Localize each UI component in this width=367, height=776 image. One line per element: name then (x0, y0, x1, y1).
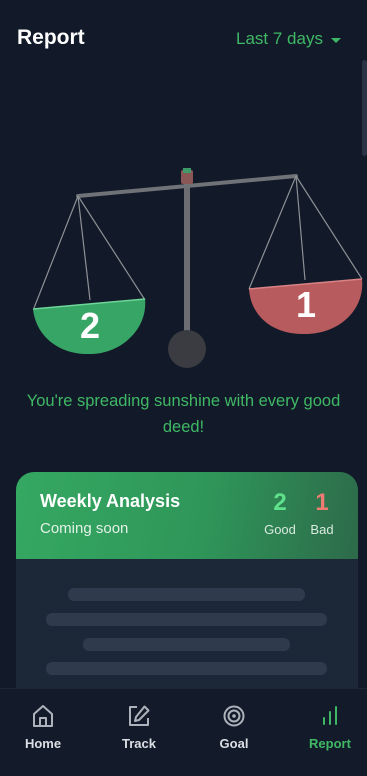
weekly-analysis-header: Weekly Analysis Coming soon 2 Good 1 Bad (16, 472, 358, 559)
loading-placeholder-line (46, 613, 327, 626)
home-icon (33, 705, 53, 727)
page-title: Report (17, 26, 85, 49)
loading-placeholder-line (83, 638, 290, 651)
bad-stat-value: 1 (315, 489, 329, 516)
nav-item-goal[interactable]: Goal (194, 689, 274, 776)
bad-stat-label: Bad (310, 522, 334, 537)
weekly-analysis-title: Weekly Analysis (40, 491, 181, 511)
weekly-analysis-card: Weekly Analysis Coming soon 2 Good 1 Bad (16, 472, 358, 712)
period-label: Last 7 days (236, 29, 323, 48)
nav-item-label: Home (24, 736, 62, 751)
good-stat: 2 Good (262, 488, 298, 537)
balance-scale-illustration: 2 1 (32, 168, 363, 368)
edit-icon (129, 705, 150, 726)
nav-item-label: Report (309, 736, 351, 751)
nav-item-label: Track (122, 736, 156, 751)
scale-base (168, 330, 206, 368)
loading-placeholder-line (46, 662, 327, 675)
bar-chart-icon (323, 706, 337, 725)
good-stat-label: Good (264, 522, 296, 537)
scale-pole (184, 180, 190, 350)
loading-placeholder-line (68, 588, 305, 601)
bad-pan-count: 1 (296, 284, 316, 325)
bottom-navigation: Home Track Goal Report (0, 688, 367, 776)
caret-down-icon (330, 37, 341, 43)
nav-item-report[interactable]: Report (290, 689, 367, 776)
nav-item-label: Goal (219, 736, 249, 751)
good-pan-count: 2 (80, 305, 100, 346)
period-dropdown[interactable]: Last 7 days (236, 28, 341, 50)
target-icon (223, 705, 245, 727)
scrollbar[interactable] (362, 60, 367, 156)
app-header: Report Last 7 days (0, 0, 367, 78)
nav-item-home[interactable]: Home (3, 689, 83, 776)
encouragement-message: You're spreading sunshine with every goo… (26, 392, 341, 436)
weekly-analysis-subtitle: Coming soon (40, 520, 129, 537)
nav-item-track[interactable]: Track (99, 689, 179, 776)
good-stat-value: 2 (273, 489, 287, 516)
bad-stat: 1 Bad (306, 488, 338, 537)
